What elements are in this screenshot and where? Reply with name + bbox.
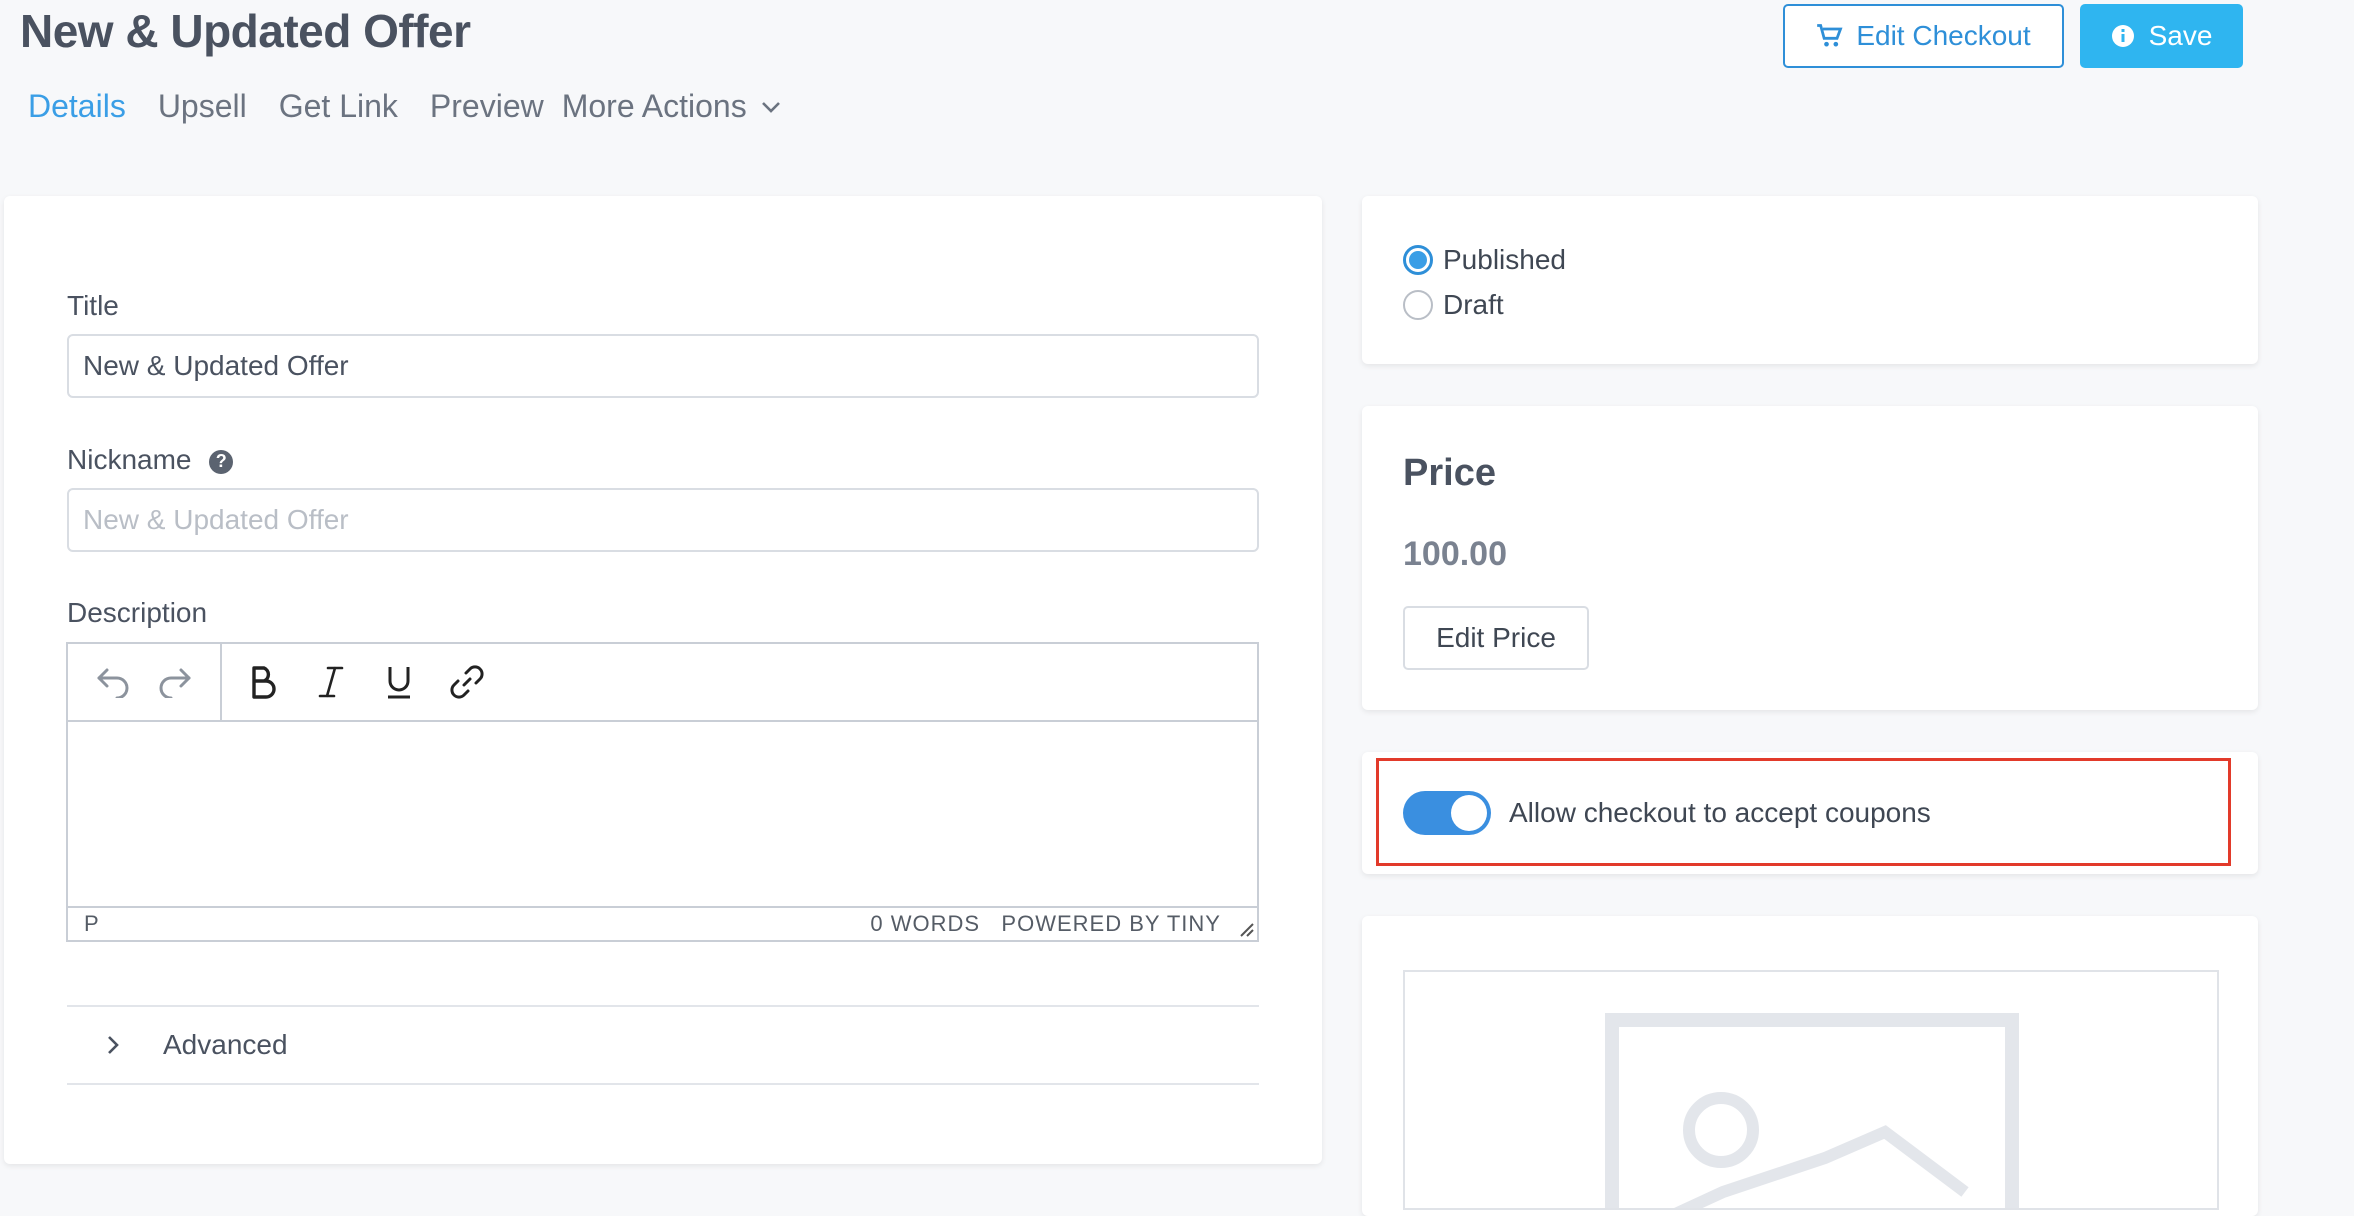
advanced-label: Advanced	[163, 1029, 288, 1060]
more-actions-label: More Actions	[561, 88, 747, 124]
redo-button[interactable]	[149, 657, 199, 707]
edit-checkout-button[interactable]: Edit Checkout	[1783, 4, 2064, 68]
info-icon	[2111, 25, 2134, 47]
published-radio[interactable]	[1403, 245, 1433, 275]
word-count: 0 WORDS	[870, 911, 981, 936]
chevron-right-icon	[108, 1036, 119, 1054]
format-group	[222, 644, 492, 720]
title-input[interactable]: New & Updated Offer	[67, 334, 1259, 398]
editor-toolbar	[68, 644, 1257, 722]
price-heading: Price	[1403, 452, 1496, 494]
title-label: Title	[67, 290, 119, 321]
undo-icon	[97, 668, 129, 698]
italic-button[interactable]	[306, 657, 356, 707]
underline-button[interactable]	[374, 657, 424, 707]
bold-icon	[252, 666, 276, 699]
history-group	[68, 644, 222, 720]
nickname-label-text: Nickname	[67, 444, 192, 475]
save-label: Save	[2148, 20, 2213, 51]
advanced-divider-bottom	[67, 1083, 1259, 1085]
nickname-label: Nickname ?	[67, 444, 234, 476]
redo-icon	[159, 668, 191, 698]
draft-label: Draft	[1443, 289, 1504, 320]
tab-more-actions[interactable]: More Actions	[562, 88, 781, 125]
resize-handle-icon[interactable]	[1237, 920, 1255, 938]
tab-details[interactable]: Details	[28, 88, 126, 125]
status-draft-option[interactable]: Draft	[1403, 289, 1504, 321]
link-icon	[450, 665, 484, 699]
page-title: New & Updated Offer	[20, 5, 471, 57]
link-button[interactable]	[442, 657, 492, 707]
advanced-toggle[interactable]: Advanced	[67, 1007, 1259, 1083]
description-label: Description	[67, 597, 208, 628]
editor-path[interactable]: P	[84, 911, 100, 937]
save-button[interactable]: Save	[2080, 4, 2243, 68]
image-upload-area[interactable]	[1403, 970, 2219, 1210]
editor-statusbar: P 0 WORDS POWERED BY TINY	[68, 906, 1257, 940]
status-card	[1362, 196, 2258, 364]
highlight-box	[1376, 758, 2231, 866]
undo-button[interactable]	[89, 657, 139, 707]
draft-radio[interactable]	[1403, 290, 1433, 320]
bold-button[interactable]	[238, 657, 288, 707]
tab-preview[interactable]: Preview	[430, 88, 544, 125]
help-icon[interactable]: ?	[209, 449, 234, 474]
tab-upsell[interactable]: Upsell	[158, 88, 247, 125]
italic-icon	[318, 666, 344, 698]
description-editor: P 0 WORDS POWERED BY TINY	[66, 642, 1259, 942]
edit-checkout-label: Edit Checkout	[1856, 20, 2031, 51]
status-published-option[interactable]: Published	[1403, 244, 1566, 276]
edit-price-button[interactable]: Edit Price	[1403, 606, 1589, 670]
nickname-input[interactable]: New & Updated Offer	[67, 488, 1259, 552]
tab-bar: Details Upsell Get Link Preview More Act…	[28, 88, 781, 125]
published-label: Published	[1443, 244, 1566, 275]
tiny-branding-link[interactable]: POWERED BY TINY	[1001, 911, 1221, 936]
cart-icon	[1817, 24, 1843, 47]
tab-get-link[interactable]: Get Link	[279, 88, 398, 125]
chevron-down-icon	[761, 101, 780, 113]
underline-icon	[388, 667, 410, 699]
image-placeholder-icon	[1605, 1013, 2019, 1208]
price-value: 100.00	[1403, 535, 1507, 573]
editor-meta: 0 WORDS POWERED BY TINY	[870, 911, 1221, 937]
